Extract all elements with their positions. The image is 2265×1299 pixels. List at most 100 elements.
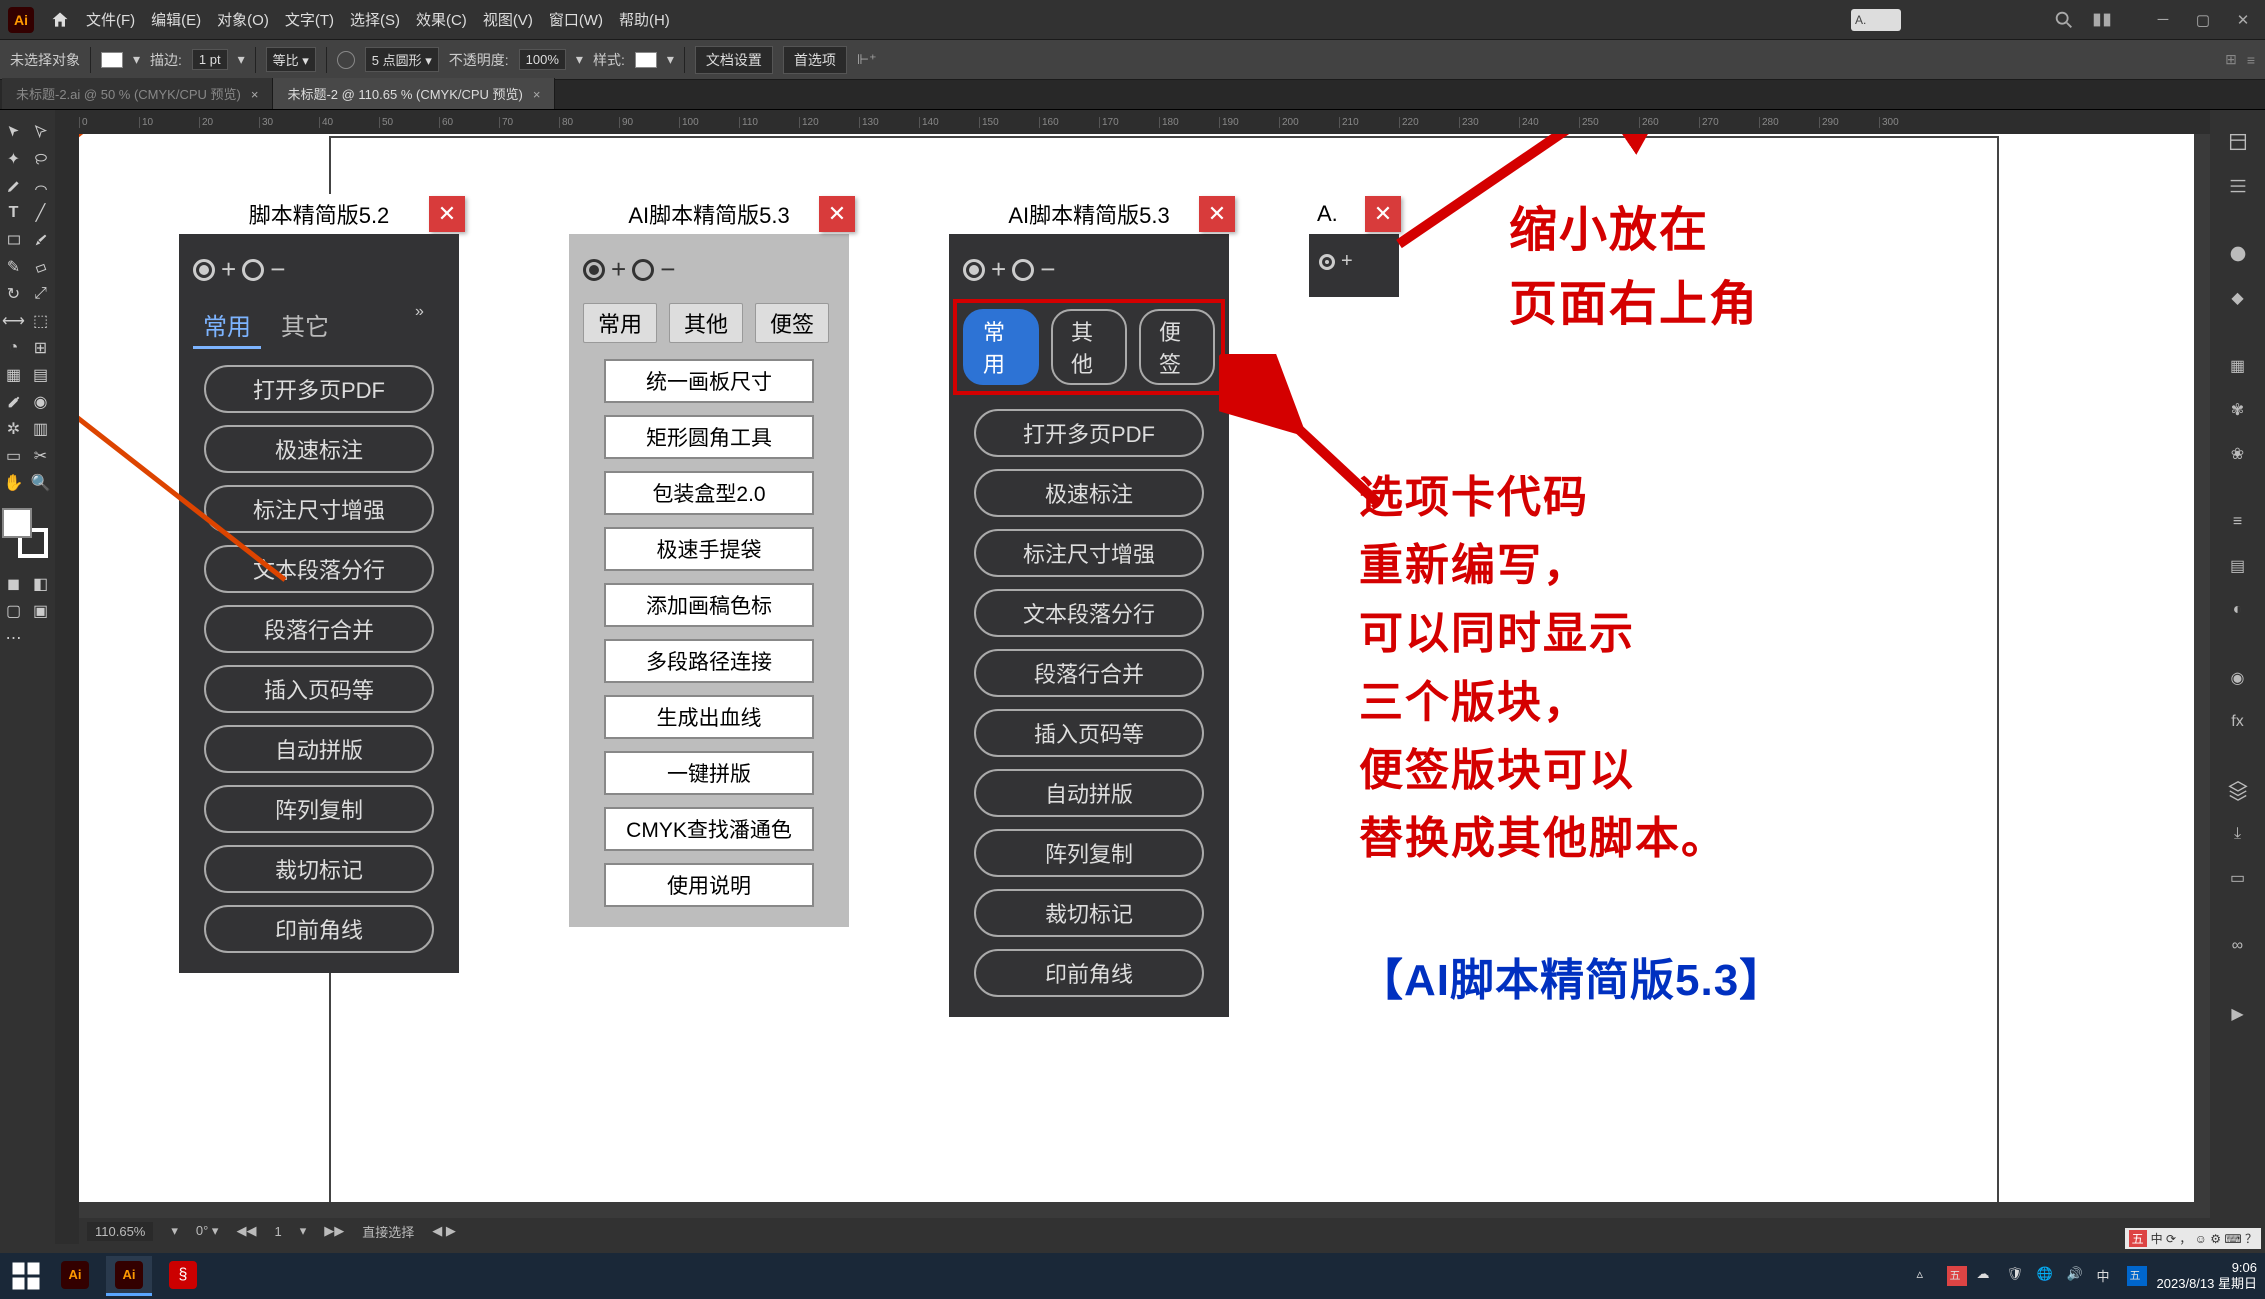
artboard-tool[interactable]: ▭ <box>0 442 27 469</box>
radio-icon[interactable] <box>963 259 985 281</box>
menu-file[interactable]: 文件(F) <box>86 9 135 30</box>
taskbar-app-ai[interactable]: Ai <box>52 1256 98 1296</box>
artboard-nav-prev[interactable]: ◀◀ <box>236 1223 256 1239</box>
script-button[interactable]: 自动拼版 <box>974 769 1204 817</box>
close-icon[interactable]: ✕ <box>429 196 465 232</box>
swatches-panel-icon[interactable]: ▦ <box>2218 346 2258 386</box>
script-button[interactable]: 阵列复制 <box>974 829 1204 877</box>
script-button[interactable]: 插入页码等 <box>974 709 1204 757</box>
maximize-button[interactable]: ▢ <box>2189 10 2217 30</box>
tray-ime-icon[interactable]: 五 <box>1947 1266 1967 1286</box>
type-tool[interactable]: T <box>0 199 27 226</box>
libraries-panel-icon[interactable] <box>2218 166 2258 206</box>
script-button[interactable]: 文本段落分行 <box>974 589 1204 637</box>
fill-swatch[interactable] <box>101 52 123 68</box>
menu-object[interactable]: 对象(O) <box>217 9 269 30</box>
script-button[interactable]: 极速手提袋 <box>604 527 814 571</box>
layers-panel-icon[interactable] <box>2218 770 2258 810</box>
color-guide-panel-icon[interactable]: ◆ <box>2218 278 2258 318</box>
doc-tab-2[interactable]: 未标题-2 @ 110.65 % (CMYK/CPU 预览)× <box>273 78 555 109</box>
start-button[interactable] <box>8 1258 44 1294</box>
tray-lang-icon[interactable]: 中 <box>2097 1266 2117 1286</box>
script-button[interactable]: 插入页码等 <box>204 665 434 713</box>
script-button[interactable]: 一键拼版 <box>604 751 814 795</box>
chevron-right-icon[interactable]: » <box>415 303 445 333</box>
tab-other[interactable]: 其他 <box>1051 309 1127 385</box>
ime-floating-bar[interactable]: 五 中 ⟳ ， ☺ ⚙ ⌨ ？ <box>2125 1228 2261 1249</box>
tab-other[interactable]: 其它 <box>271 303 339 349</box>
zoom-tool[interactable]: 🔍 <box>27 469 54 496</box>
direct-selection-tool[interactable] <box>27 118 54 145</box>
asset-export-panel-icon[interactable]: ⤓ <box>2218 814 2258 854</box>
script-button[interactable]: CMYK查找潘通色 <box>604 807 814 851</box>
ime-icon[interactable]: 五 <box>2129 1230 2147 1247</box>
shape-builder-tool[interactable]: ◔ <box>0 334 27 361</box>
perspective-tool[interactable]: ⊞ <box>27 334 54 361</box>
tab-common[interactable]: 常用 <box>583 303 657 343</box>
style-swatch[interactable] <box>635 52 657 68</box>
home-icon[interactable] <box>50 10 70 30</box>
tray-shield-icon[interactable]: 🛡 <box>2007 1266 2027 1286</box>
script-button[interactable]: 添加画稿色标 <box>604 583 814 627</box>
panel-menu-icon[interactable]: ≡ <box>2247 52 2255 68</box>
menu-type[interactable]: 文字(T) <box>285 9 334 30</box>
gradient-panel-icon[interactable]: ▤ <box>2218 546 2258 586</box>
radio-icon[interactable] <box>1012 259 1034 281</box>
radio-icon[interactable] <box>632 259 654 281</box>
preferences-button[interactable]: 首选项 <box>783 46 847 74</box>
width-tool[interactable]: ⟷ <box>0 307 27 334</box>
script-button[interactable]: 打开多页PDF <box>974 409 1204 457</box>
radio-icon[interactable] <box>1319 254 1335 270</box>
tab-common[interactable]: 常用 <box>193 303 261 349</box>
tray-up-icon[interactable]: ▵ <box>1917 1266 1937 1286</box>
blend-tool[interactable]: ◉ <box>27 388 54 415</box>
horizontal-scrollbar[interactable] <box>79 1202 2210 1218</box>
selection-tool[interactable] <box>0 118 27 145</box>
opacity-input[interactable]: 100% <box>519 49 566 70</box>
radio-icon[interactable] <box>583 259 605 281</box>
eyedropper-tool[interactable] <box>0 388 27 415</box>
graph-tool[interactable]: ▥ <box>27 415 54 442</box>
shaper-tool[interactable]: ✎ <box>0 253 27 280</box>
symbol-sprayer-tool[interactable]: ✲ <box>0 415 27 442</box>
script-button[interactable]: 标注尺寸增强 <box>204 485 434 533</box>
script-button[interactable]: 多段路径连接 <box>604 639 814 683</box>
minimize-button[interactable]: ─ <box>2149 10 2177 30</box>
screen-mode[interactable]: ▣ <box>27 597 54 624</box>
close-icon[interactable]: ✕ <box>819 196 855 232</box>
script-button[interactable]: 文本段落分行 <box>204 545 434 593</box>
mesh-tool[interactable]: ▦ <box>0 361 27 388</box>
script-button[interactable]: 打开多页PDF <box>204 365 434 413</box>
fill-stroke-control[interactable] <box>2 508 52 558</box>
transparency-panel-icon[interactable]: ◐ <box>2218 590 2258 630</box>
taskbar-clock[interactable]: 9:06 2023/8/13 星期日 <box>2157 1260 2257 1291</box>
rotate-tool[interactable]: ↻ <box>0 280 27 307</box>
appearance-panel-icon[interactable]: ◉ <box>2218 658 2258 698</box>
draw-mode[interactable]: ▢ <box>0 597 27 624</box>
menu-effect[interactable]: 效果(C) <box>416 9 467 30</box>
script-button[interactable]: 标注尺寸增强 <box>974 529 1204 577</box>
panel-dock-icon[interactable]: ⊞ <box>2225 51 2237 68</box>
menu-select[interactable]: 选择(S) <box>350 9 400 30</box>
script-button[interactable]: 阵列复制 <box>204 785 434 833</box>
search-icon[interactable] <box>2053 9 2075 31</box>
stroke-panel-icon[interactable]: ≡ <box>2218 502 2258 542</box>
script-button[interactable]: 印前角线 <box>204 905 434 953</box>
curvature-tool[interactable] <box>27 172 54 199</box>
menu-help[interactable]: 帮助(H) <box>619 9 670 30</box>
close-button[interactable]: ✕ <box>2229 10 2257 30</box>
properties-panel-icon[interactable] <box>2218 122 2258 162</box>
close-tab-icon[interactable]: × <box>533 87 541 102</box>
script-button[interactable]: 极速标注 <box>204 425 434 473</box>
rotate-view[interactable]: 0° ▾ <box>196 1223 219 1239</box>
artboard-nav-next[interactable]: ▶▶ <box>324 1223 344 1239</box>
color-mode[interactable]: ◼ <box>0 570 27 597</box>
radio-icon[interactable] <box>242 259 264 281</box>
script-button[interactable]: 段落行合并 <box>974 649 1204 697</box>
tray-cloud-icon[interactable]: ☁ <box>1977 1266 1997 1286</box>
menu-view[interactable]: 视图(V) <box>483 9 533 30</box>
tray-volume-icon[interactable]: 🔊 <box>2067 1266 2087 1286</box>
free-transform-tool[interactable]: ⬚ <box>27 307 54 334</box>
tray-ime2-icon[interactable]: 五 <box>2127 1266 2147 1286</box>
scale-tool[interactable]: ⤢ <box>27 280 54 307</box>
